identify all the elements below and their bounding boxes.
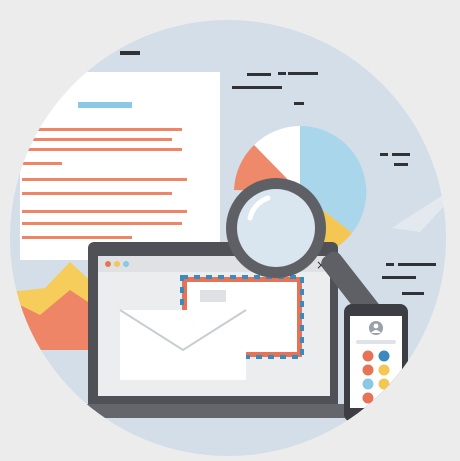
smartphone-icon	[344, 304, 408, 422]
document-line	[22, 128, 182, 131]
phone-app-icon	[378, 350, 390, 362]
phone-app-icon	[378, 392, 390, 404]
email-marketing-illustration: ×	[10, 20, 446, 456]
magnifier-lens	[237, 189, 315, 267]
document-line	[22, 162, 62, 165]
phone-app-icon	[378, 364, 390, 376]
document-icon	[20, 72, 220, 260]
envelope-icon	[119, 309, 247, 380]
phone-app-icon	[362, 378, 374, 390]
document-line	[22, 138, 172, 141]
window-dot-yellow	[114, 261, 120, 267]
window-dot-blue	[123, 261, 129, 267]
document-line	[22, 192, 172, 195]
phone-search-bar	[356, 340, 396, 344]
user-avatar-icon	[369, 321, 383, 335]
document-line	[22, 236, 132, 239]
document-line	[22, 222, 182, 225]
airmail-label	[200, 290, 226, 302]
phone-app-icon	[378, 378, 390, 390]
document-line	[22, 148, 182, 151]
envelope-body	[120, 310, 246, 380]
document-line	[22, 178, 187, 181]
document-page	[20, 72, 220, 260]
phone-app-icon	[362, 350, 374, 362]
phone-app-icon	[362, 392, 374, 404]
window-dot-red	[105, 261, 111, 267]
phone-app-icon	[362, 364, 374, 376]
laptop-base	[60, 404, 366, 418]
document-line	[22, 210, 187, 213]
document-highlight	[78, 102, 132, 108]
